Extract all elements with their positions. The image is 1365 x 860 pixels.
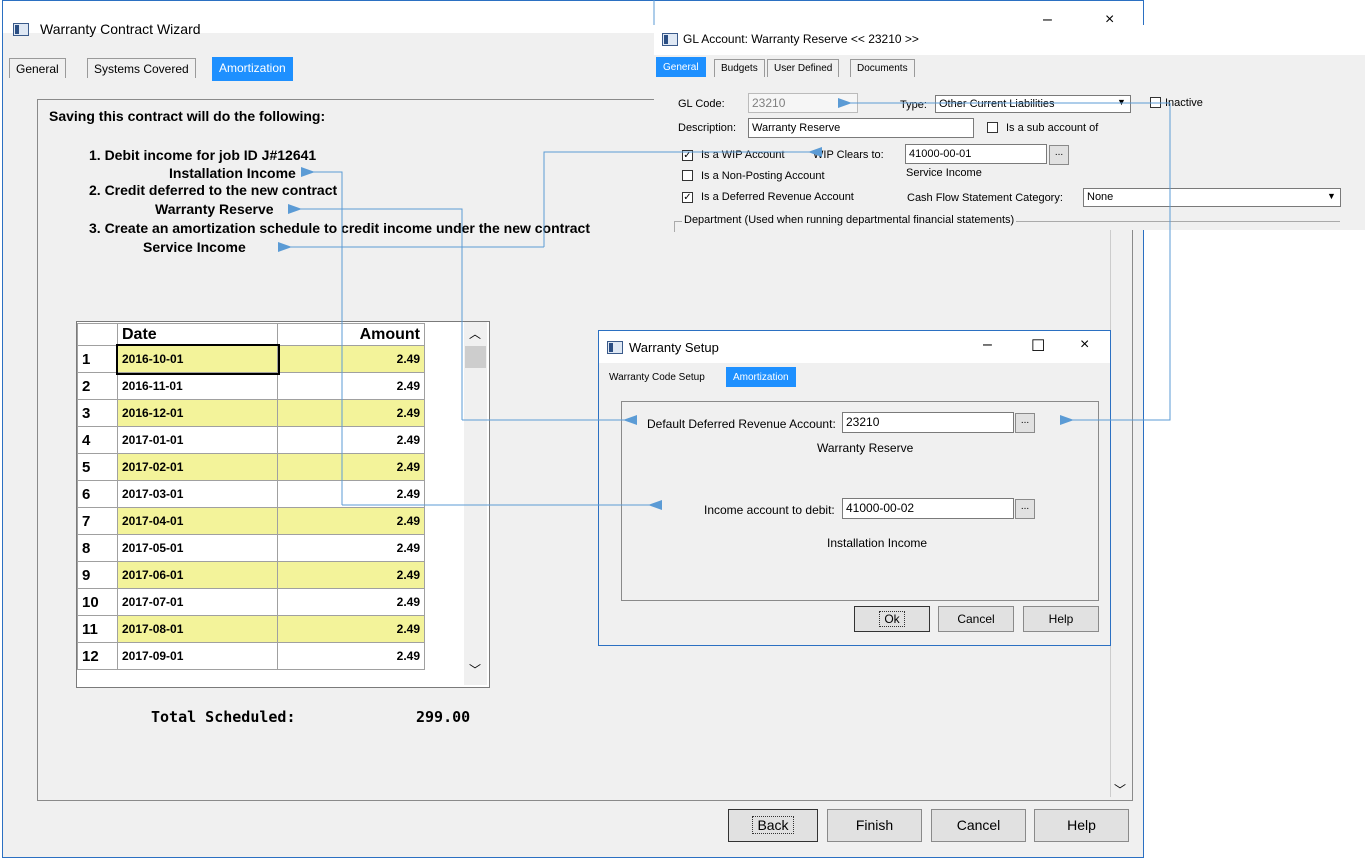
arrow-warranty-reserve <box>288 204 463 420</box>
arrow-gl-to-setup <box>1060 103 1171 425</box>
arrow-installation-income <box>301 167 343 505</box>
arrow-service-income <box>543 151 690 247</box>
annotation-arrows <box>278 0 1171 510</box>
